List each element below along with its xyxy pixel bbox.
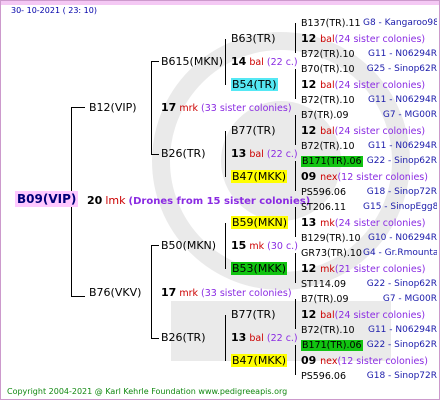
root-queen[interactable]: B09(VIP) (15, 191, 79, 207)
ancestor-origin: G11 - N06294R (367, 325, 437, 335)
q-bracket-3 (225, 223, 226, 269)
copyright-footer: Copyright 2004-2021 @ Karl Kehrle Founda… (7, 387, 288, 396)
r-bracket-6 (295, 253, 296, 283)
lower-b-q1[interactable]: B77(TR) (231, 308, 276, 322)
upper-bracket-line (151, 61, 152, 155)
lower-a-info: 15 mk (30 c.) (231, 239, 298, 252)
lower-a-queen[interactable]: B50(MKN) (161, 239, 216, 253)
lower-a-line (151, 245, 159, 246)
lower-b-info: 13 bal (22 c.) (231, 331, 298, 344)
ancestor-id[interactable]: B129(TR).10 (301, 232, 361, 245)
sister-colonies-info: 13 mk(24 sister colonies) (301, 216, 426, 229)
r-bracket-5 (295, 207, 296, 237)
sister-colonies-info: 09 nex(12 sister colonies) (301, 354, 428, 367)
sister-colonies-info: 12 bal(24 sister colonies) (301, 308, 426, 321)
sister-colonies-info: 09 nex(12 sister colonies) (301, 170, 428, 183)
lower-mother[interactable]: B76(VKV) (89, 286, 141, 300)
q-bracket-4 (225, 315, 226, 361)
sister-colonies-info: 12 bal(24 sister colonies) (301, 78, 426, 91)
q-bracket-1 (225, 39, 226, 85)
ancestor-id[interactable]: GR73(TR).10 (301, 247, 362, 260)
upper-mother[interactable]: B12(VIP) (89, 101, 137, 115)
lower-b-line (151, 338, 159, 339)
date-stamp: 30- 10-2021 ( 23: 10) (11, 6, 97, 15)
ancestor-origin: G8 - Kangaroo98R (363, 18, 437, 28)
ancestor-id[interactable]: B7(TR).09 (301, 293, 349, 306)
upper-a-queen[interactable]: B615(MKN) (161, 55, 223, 69)
upper-b-q2[interactable]: B47(MKK) (231, 170, 288, 184)
ancestor-origin: G22 - Sinop62R (366, 279, 437, 289)
r-bracket-2 (295, 69, 296, 99)
ancestor-id[interactable]: PS596.06 (301, 370, 346, 383)
upper-a-line (151, 61, 159, 62)
ancestor-id[interactable]: ST114.09 (301, 278, 346, 291)
ancestor-id[interactable]: B137(TR).11 (301, 17, 361, 30)
r-bracket-8 (295, 345, 296, 375)
upper-b-q1[interactable]: B77(TR) (231, 124, 276, 138)
r-bracket-7 (295, 299, 296, 329)
ancestor-id[interactable]: B171(TR).06 (301, 155, 363, 168)
ancestor-id[interactable]: B72(TR).10 (301, 94, 355, 107)
lower-mother-info: 17 mrk (33 sister colonies) (161, 286, 292, 299)
upper-mother-info: 17 mrk (33 sister colonies) (161, 101, 292, 114)
upper-b-queen[interactable]: B26(TR) (161, 147, 206, 161)
q-bracket-2 (225, 131, 226, 177)
upper-a-q2[interactable]: B54(TR) (231, 78, 278, 92)
sister-colonies-info: 12 bal(24 sister colonies) (301, 124, 426, 137)
root-lower-line (71, 296, 85, 297)
upper-a-q1[interactable]: B63(TR) (231, 32, 276, 46)
upper-a-info: 14 bal (22 c.) (231, 55, 298, 68)
ancestor-origin: G15 - SinopEgg86R (363, 202, 437, 212)
root-drone-info: 20 lmk (Drones from 15 sister colonies) (87, 194, 311, 207)
root-queen-label: B09(VIP) (15, 191, 79, 207)
lower-a-q2[interactable]: B53(MKK) (231, 262, 288, 276)
ancestor-id[interactable]: B7(TR).09 (301, 109, 349, 122)
pedigree-panel: 30- 10-2021 ( 23: 10) B09(VIP) 20 lmk (D… (0, 0, 440, 400)
lower-bracket-line (151, 245, 152, 339)
ancestor-origin: G10 - N06294R (367, 233, 437, 243)
ancestor-origin: G11 - N06294R (367, 49, 437, 59)
ancestor-origin: G18 - Sinop72R (366, 371, 437, 381)
ancestor-origin: G11 - N06294R (367, 95, 437, 105)
ancestor-origin: G22 - Sinop62R (366, 340, 437, 350)
ancestor-id[interactable]: B72(TR).10 (301, 48, 355, 61)
r-bracket-4 (295, 161, 296, 191)
sister-colonies-info: 12 bal(24 sister colonies) (301, 32, 426, 45)
ancestor-id[interactable]: B171(TR).06 (301, 339, 363, 352)
r-bracket-1 (295, 23, 296, 53)
ancestor-origin: G7 - MG00R (382, 294, 437, 304)
sister-colonies-info: 12 mk(21 sister colonies) (301, 262, 426, 275)
lower-a-q1[interactable]: B59(MKN) (231, 216, 289, 230)
ancestor-origin: G18 - Sinop72R (366, 187, 437, 197)
ancestor-id[interactable]: ST206.11 (301, 201, 346, 214)
ancestor-origin: G22 - Sinop62R (366, 156, 437, 166)
ancestor-origin: G11 - N06294R (367, 141, 437, 151)
ancestor-id[interactable]: B72(TR).10 (301, 324, 355, 337)
r-bracket-3 (295, 115, 296, 145)
root-upper-line (71, 107, 85, 108)
upper-b-info: 13 bal (22 c.) (231, 147, 298, 160)
ancestor-id[interactable]: PS596.06 (301, 186, 346, 199)
ancestor-origin: G4 - Gr.Rmounta (363, 248, 437, 258)
ancestor-origin: G25 - Sinop62R (366, 64, 437, 74)
lower-b-q2[interactable]: B47(MKK) (231, 354, 288, 368)
ancestor-id[interactable]: B72(TR).10 (301, 140, 355, 153)
upper-b-line (151, 154, 159, 155)
ancestor-id[interactable]: B70(TR).10 (301, 63, 355, 76)
lower-b-queen[interactable]: B26(TR) (161, 331, 206, 345)
ancestor-origin: G7 - MG00R (382, 110, 437, 120)
